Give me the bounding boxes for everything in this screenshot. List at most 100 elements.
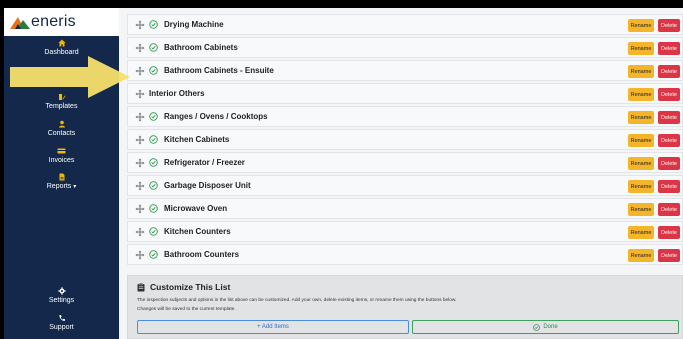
- rename-button[interactable]: Rename: [628, 19, 654, 32]
- check-circle-icon: [533, 323, 541, 331]
- list-item-label: Kitchen Counters: [164, 227, 231, 236]
- rename-button[interactable]: Rename: [628, 203, 654, 216]
- list-item-label: Bathroom Counters: [164, 250, 240, 259]
- delete-button[interactable]: Delete: [658, 42, 680, 55]
- check-circle-icon: [149, 66, 158, 75]
- drag-handle-icon[interactable]: [135, 135, 145, 145]
- sidebar-item-label: Settings: [48, 297, 75, 304]
- gear-icon: [57, 287, 66, 295]
- sidebar-item-contacts[interactable]: Contacts: [4, 120, 119, 138]
- check-circle-icon: [149, 43, 158, 52]
- sidebar-item-support[interactable]: Support: [4, 314, 119, 332]
- customize-title: Customize This List: [137, 282, 230, 292]
- list-item[interactable]: Drying Machine Rename Delete: [127, 14, 683, 35]
- drag-handle-icon[interactable]: [135, 204, 145, 214]
- drag-handle-icon[interactable]: [135, 227, 145, 237]
- rename-button[interactable]: Rename: [628, 88, 654, 101]
- list-item-label: Drying Machine: [164, 20, 224, 29]
- check-circle-icon: [149, 112, 158, 121]
- list-item[interactable]: Ranges / Ovens / Cooktops Rename Delete: [127, 106, 683, 127]
- logo[interactable]: eneris: [4, 8, 119, 36]
- list-item-label: Refrigerator / Freezer: [164, 158, 245, 167]
- rename-button[interactable]: Rename: [628, 226, 654, 239]
- logo-text: eneris: [31, 13, 76, 30]
- list-item[interactable]: Kitchen Cabinets Rename Delete: [127, 129, 683, 150]
- invoice-icon: [57, 148, 66, 154]
- customize-panel: Customize This List The inspection subje…: [127, 275, 683, 339]
- add-items-button[interactable]: + Add Items: [137, 320, 409, 334]
- check-circle-icon: [149, 204, 158, 213]
- delete-button[interactable]: Delete: [658, 65, 680, 78]
- list-item-label: Garbage Disposer Unit: [164, 181, 251, 190]
- list-item-label: Bathroom Cabinets: [164, 43, 238, 52]
- delete-button[interactable]: Delete: [658, 203, 680, 216]
- delete-button[interactable]: Delete: [658, 249, 680, 262]
- sidebar-item-label: Contacts: [47, 130, 76, 137]
- customize-description-line: Changes will be saved to the current tem…: [137, 307, 236, 312]
- sidebar-item-label: Reports: [46, 183, 72, 190]
- home-icon: [58, 39, 65, 47]
- check-circle-icon: [149, 181, 158, 190]
- user-icon: [58, 120, 65, 128]
- list-item-label: Ranges / Ovens / Cooktops: [164, 112, 268, 121]
- rename-button[interactable]: Rename: [628, 180, 654, 193]
- delete-button[interactable]: Delete: [658, 19, 680, 32]
- done-button-label: Done: [543, 324, 558, 330]
- list-item[interactable]: Bathroom Cabinets - Ensuite Rename Delet…: [127, 60, 683, 81]
- list-item[interactable]: Kitchen Counters Rename Delete: [127, 221, 683, 242]
- list-item-label: Microwave Oven: [164, 204, 228, 213]
- list-item[interactable]: Bathroom Counters Rename Delete: [127, 244, 683, 265]
- drag-handle-icon[interactable]: [135, 250, 145, 260]
- check-circle-icon: [149, 227, 158, 236]
- report-icon: [59, 173, 64, 181]
- inspection-list: Drying Machine Rename Delete Bathroom Ca…: [127, 8, 683, 339]
- customize-title-text: Customize This List: [150, 282, 231, 292]
- customize-description-line: The inspection subjects and options in t…: [137, 298, 457, 303]
- drag-handle-icon[interactable]: [135, 66, 145, 76]
- list-item[interactable]: Garbage Disposer Unit Rename Delete: [127, 175, 683, 196]
- rename-button[interactable]: Rename: [628, 42, 654, 55]
- chevron-down-icon: ▾: [73, 184, 77, 190]
- rename-button[interactable]: Rename: [628, 157, 654, 170]
- list-item[interactable]: Interior Others Rename Delete: [127, 83, 683, 104]
- check-circle-icon: [149, 20, 158, 29]
- app-window: eneris Dashboard Templates Contacts Invo…: [4, 8, 683, 339]
- drag-handle-icon[interactable]: [135, 112, 145, 122]
- highlight-arrow: [10, 56, 130, 98]
- rename-button[interactable]: Rename: [628, 249, 654, 262]
- sidebar-item-reports[interactable]: Reports ▾: [4, 173, 119, 192]
- delete-button[interactable]: Delete: [658, 134, 680, 147]
- rename-button[interactable]: Rename: [628, 134, 654, 147]
- logo-mountain-icon: [10, 17, 30, 29]
- list-item[interactable]: Microwave Oven Rename Delete: [127, 198, 683, 219]
- sidebar-item-label: Templates: [45, 103, 78, 110]
- check-circle-icon: [149, 158, 158, 167]
- rename-button[interactable]: Rename: [628, 111, 654, 124]
- sidebar-item-invoices[interactable]: Invoices: [4, 147, 119, 165]
- clipboard-icon: [137, 282, 145, 291]
- check-circle-icon: [149, 135, 158, 144]
- done-button[interactable]: Done: [412, 320, 679, 334]
- delete-button[interactable]: Delete: [658, 111, 680, 124]
- drag-handle-icon[interactable]: [135, 20, 145, 30]
- drag-handle-icon[interactable]: [135, 181, 145, 191]
- drag-handle-icon[interactable]: [135, 158, 145, 168]
- sidebar-item-settings[interactable]: Settings: [4, 287, 119, 305]
- phone-icon: [58, 315, 65, 321]
- sidebar-item-label: Invoices: [48, 157, 75, 164]
- delete-button[interactable]: Delete: [658, 88, 680, 101]
- delete-button[interactable]: Delete: [658, 157, 680, 170]
- delete-button[interactable]: Delete: [658, 180, 680, 193]
- check-circle-icon: [149, 250, 158, 259]
- list-item-label: Interior Others: [149, 89, 205, 98]
- list-item-label: Kitchen Cabinets: [164, 135, 230, 144]
- list-item[interactable]: Refrigerator / Freezer Rename Delete: [127, 152, 683, 173]
- list-item-label: Bathroom Cabinets - Ensuite: [164, 66, 274, 75]
- drag-handle-icon[interactable]: [135, 43, 145, 53]
- customize-description: The inspection subjects and options in t…: [137, 296, 456, 314]
- list-item[interactable]: Bathroom Cabinets Rename Delete: [127, 37, 683, 58]
- sidebar-item-label: Support: [49, 324, 74, 331]
- delete-button[interactable]: Delete: [658, 226, 680, 239]
- rename-button[interactable]: Rename: [628, 65, 654, 78]
- drag-handle-icon[interactable]: [135, 89, 145, 99]
